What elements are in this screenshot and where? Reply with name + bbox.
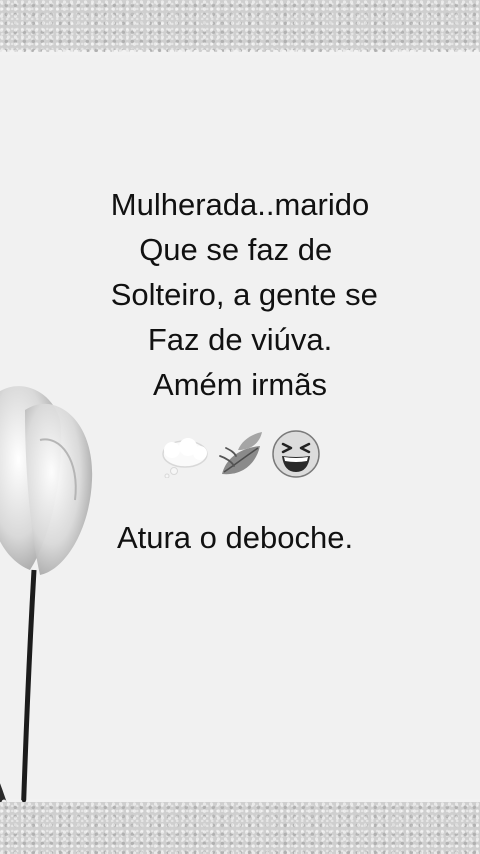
- closing-text: Atura o deboche.: [116, 520, 354, 555]
- bottom-frame-border: [0, 802, 480, 854]
- leaf-fluttering-icon: [219, 432, 262, 475]
- top-frame-border: [0, 0, 480, 52]
- laughing-face-icon: [272, 430, 320, 478]
- emoji-row: [150, 428, 330, 482]
- thought-bubble-icon: [162, 438, 208, 478]
- quote-text: Mulherada..marido Que se faz de Solteiro…: [0, 182, 480, 407]
- quote-line-2: Que se faz de: [139, 232, 341, 267]
- quote-line-4: Faz de viúva.: [147, 322, 333, 357]
- tulip-flower-illustration: [0, 386, 93, 854]
- quote-line-1: Mulherada..marido: [110, 187, 370, 222]
- quote-line-5: Amém irmãs: [153, 367, 327, 402]
- quote-line-3: Solteiro, a gente se: [102, 277, 378, 312]
